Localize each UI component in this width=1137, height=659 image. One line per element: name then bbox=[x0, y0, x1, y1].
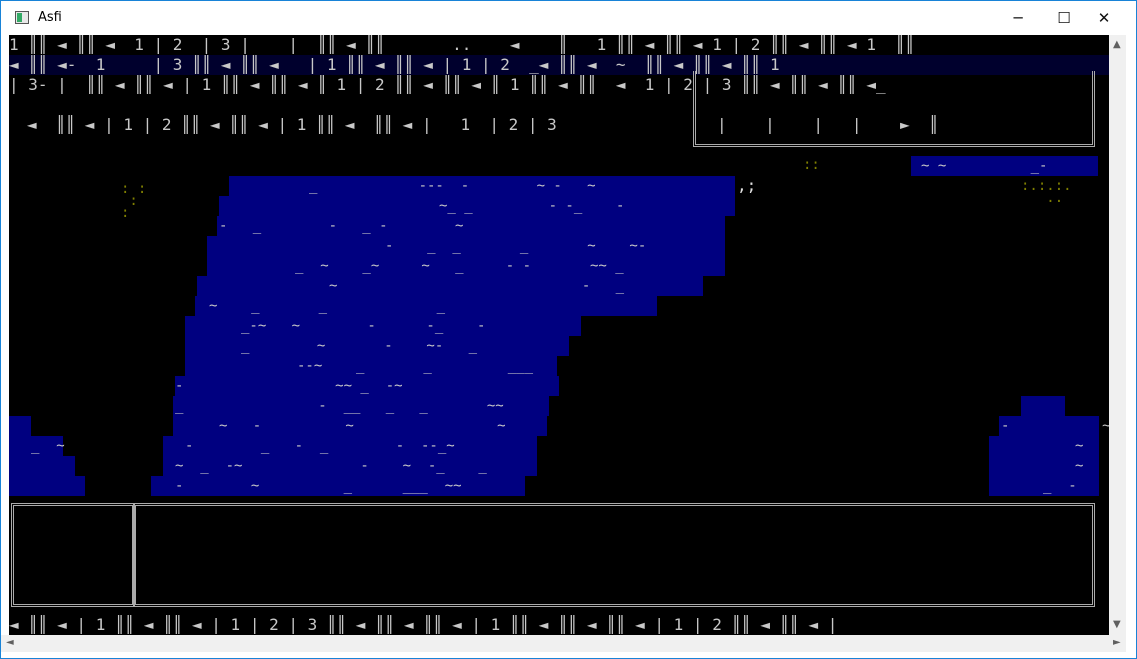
water-band-waves: ~ ~ _- bbox=[921, 158, 1048, 174]
side-panel-frame bbox=[693, 71, 1095, 147]
minimize-button[interactable]: ─ bbox=[995, 1, 1041, 35]
scroll-down-icon[interactable]: ▼ bbox=[1113, 619, 1121, 630]
close-button[interactable]: ✕ bbox=[1081, 1, 1127, 35]
waves: _ --- - ~ - ~ bbox=[309, 178, 596, 194]
scroll-right-icon[interactable]: ► bbox=[1113, 637, 1121, 648]
waves: ~ - _ bbox=[329, 278, 625, 294]
water-left bbox=[9, 476, 85, 496]
waves: _ - bbox=[1043, 478, 1077, 494]
app-window: Asfi ─ ☐ ✕ 1 ║║ ◄ ║║ ◄ 1 | 2 | 3 | | ║║ … bbox=[0, 0, 1137, 659]
title-bar[interactable]: Asfi ─ ☐ ✕ bbox=[1, 1, 1136, 35]
status-row-4: ◄ ║║ ◄ | 1 | 2 ║║ ◄ ║║ ◄ | 1 ║║ ◄ ║║ ◄ |… bbox=[27, 115, 557, 134]
waves: - ~ _ ___ ~~ bbox=[175, 478, 462, 494]
vertical-scrollbar[interactable]: ▲ ▼ bbox=[1109, 35, 1126, 635]
waves: _-~ ~ - -_ - bbox=[241, 318, 486, 334]
waves: - ~~ _ -~ bbox=[175, 378, 403, 394]
status-row-1: 1 ║║ ◄ ║║ ◄ 1 | 2 | 3 | | ║║ ◄ ║║ .. ◄ ║… bbox=[9, 35, 915, 54]
water-right bbox=[1021, 396, 1065, 416]
app-icon bbox=[15, 11, 29, 24]
horizontal-scrollbar[interactable]: ◄ ► bbox=[1, 635, 1126, 652]
side-panel-row: | | | | ► ║ bbox=[717, 115, 939, 134]
waves: ~ - ~ ~ bbox=[219, 418, 506, 434]
waves: ~_ _ - -_ - bbox=[439, 198, 625, 214]
waves: ~ _ -~ - ~ -_ _ bbox=[175, 458, 487, 474]
vegetation-dots-top: :: bbox=[803, 157, 820, 173]
scroll-left-icon[interactable]: ◄ bbox=[6, 637, 14, 648]
waves: ~ bbox=[1075, 438, 1084, 454]
waves: ~ bbox=[1075, 458, 1084, 474]
waves: _ ~ _~ ~ _ - - ~~ _ bbox=[295, 258, 624, 274]
waves: _ ~ bbox=[31, 438, 65, 454]
status-row-2: ◄ ║║ ◄- 1 | 3 ║║ ◄ ║║ ◄ | 1 ║║ ◄ ║║ ◄ | … bbox=[9, 55, 780, 74]
info-panel-left bbox=[11, 503, 135, 607]
vegetation-dots-right: :.:.:. .. bbox=[1021, 178, 1072, 206]
window-title: Asfi bbox=[38, 10, 62, 25]
waves: --~ _ _ ___ bbox=[297, 358, 534, 374]
status-row-bottom: ◄ ║║ ◄ | 1 ║║ ◄ ║║ ◄ | 1 | 2 | 3 ║║ ◄ ║║… bbox=[9, 615, 838, 634]
scroll-up-icon[interactable]: ▲ bbox=[1113, 39, 1121, 50]
water-left bbox=[9, 416, 31, 436]
water-left bbox=[9, 456, 75, 476]
waves: - _ _ _ ~ ~- bbox=[385, 238, 647, 254]
vegetation-dots-left: : : : : bbox=[121, 181, 147, 221]
waves: - ~ bbox=[1001, 418, 1109, 434]
waves: - _ - _ - --_~ bbox=[185, 438, 455, 454]
terminal-screen[interactable]: 1 ║║ ◄ ║║ ◄ 1 | 2 | 3 | | ║║ ◄ ║║ .. ◄ ║… bbox=[9, 35, 1109, 635]
shore-mark: ,; bbox=[737, 176, 757, 195]
message-panel bbox=[133, 503, 1095, 607]
waves: _ - __ _ _ ~~ bbox=[175, 398, 504, 414]
waves: ~ _ _ _ bbox=[209, 298, 446, 314]
waves: - _ - _ - ~ bbox=[219, 218, 464, 234]
waves: _ ~ - ~- _ bbox=[241, 338, 478, 354]
